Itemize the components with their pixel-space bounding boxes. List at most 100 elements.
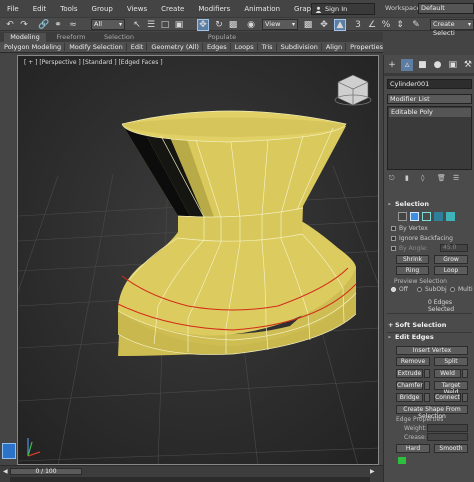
move-icon[interactable]: ✥	[197, 19, 209, 31]
select-manipulate-icon[interactable]: ✥	[318, 19, 330, 31]
panel-edges[interactable]: Edges	[201, 43, 230, 51]
extrude-settings-icon[interactable]	[424, 369, 430, 378]
polygon-level-icon[interactable]	[434, 212, 443, 221]
by-vertex-checkbox[interactable]: By Vertex	[391, 225, 428, 232]
perspective-viewport[interactable]: [ + ] [Perspective ] [Standard ] [Edged …	[17, 55, 379, 465]
split-button[interactable]: Split	[434, 357, 468, 366]
menu-tools[interactable]: Tools	[53, 5, 84, 13]
stack-item-editable-poly[interactable]: Editable Poly	[389, 108, 471, 117]
panel-polygon-modeling[interactable]: Polygon Modeling	[0, 43, 64, 51]
grow-button[interactable]: Grow	[434, 255, 468, 264]
weight-spinner[interactable]	[427, 424, 468, 432]
chamfer-button[interactable]: Chamfer	[396, 381, 423, 390]
panel-modify-selection[interactable]: Modify Selection	[64, 43, 126, 51]
smooth-button[interactable]: Smooth	[434, 444, 468, 453]
panel-subdivision[interactable]: Subdivision	[275, 43, 321, 51]
menu-views[interactable]: Views	[120, 5, 154, 13]
motion-tab-icon[interactable]: ●	[432, 59, 444, 71]
display-hard-edges-swatch[interactable]	[398, 457, 406, 464]
scale-icon[interactable]: ▩	[227, 19, 239, 31]
tab-freeform[interactable]: Freeform	[50, 33, 92, 42]
preview-subobj-radio[interactable]: SubObj	[417, 286, 447, 293]
menu-file[interactable]: File	[0, 5, 26, 13]
panel-edit[interactable]: Edit	[125, 43, 147, 51]
timeline-track[interactable]	[10, 477, 370, 482]
rectangle-region-icon[interactable]: □	[159, 19, 171, 31]
ring-button[interactable]: Ring	[396, 266, 429, 275]
element-level-icon[interactable]	[446, 212, 455, 221]
redo-icon[interactable]: ↷	[18, 19, 30, 31]
extrude-button[interactable]: Extrude	[396, 369, 423, 378]
by-angle-spinner[interactable]: 45.0	[440, 244, 468, 252]
snaps-toggle-icon[interactable]: 3	[352, 19, 364, 31]
crease-spinner[interactable]	[427, 433, 468, 441]
link-icon[interactable]: 🔗	[38, 19, 50, 31]
modify-tab-icon[interactable]: ▵	[401, 59, 414, 71]
ignore-backfacing-checkbox[interactable]: Ignore Backfacing	[391, 235, 453, 242]
bridge-settings-icon[interactable]	[424, 393, 430, 402]
panel-properties[interactable]: Properties	[345, 43, 386, 51]
angle-snap-icon[interactable]: ∠	[366, 19, 378, 31]
object-name-field[interactable]: Cylinder001	[387, 79, 472, 89]
keyboard-shortcut-override-icon[interactable]: ▲	[334, 19, 346, 31]
workspaces-dropdown[interactable]: Default	[418, 3, 474, 14]
hard-button[interactable]: Hard	[396, 444, 430, 453]
spinner-snap-icon[interactable]: ⇕	[394, 19, 406, 31]
loop-button[interactable]: Loop	[434, 266, 468, 275]
viewport-label[interactable]: [ + ] [Perspective ] [Standard ] [Edged …	[24, 59, 163, 66]
configure-modifier-sets-icon[interactable]: ☰	[453, 174, 461, 183]
preview-off-radio[interactable]: Off	[391, 286, 408, 293]
percent-snap-icon[interactable]: %	[380, 19, 392, 31]
connect-settings-icon[interactable]	[462, 393, 468, 402]
bind-spacewarp-icon[interactable]: ≈	[67, 19, 79, 31]
pivot-center-icon[interactable]: ▩	[302, 19, 314, 31]
soft-selection-rollout-header[interactable]: + Soft Selection	[387, 321, 472, 330]
placement-icon[interactable]: ◉	[245, 19, 257, 31]
previous-frame-icon[interactable]: ◀	[3, 468, 8, 475]
insert-vertex-button[interactable]: Insert Vertex	[396, 346, 468, 355]
display-tab-icon[interactable]: ▣	[447, 59, 459, 71]
select-object-icon[interactable]: ↖	[131, 19, 143, 31]
utilities-tab-icon[interactable]: ⚒	[462, 59, 474, 71]
next-frame-icon[interactable]: ▶	[370, 468, 375, 475]
reference-coordinate-dropdown[interactable]: View	[262, 19, 298, 30]
panel-tris[interactable]: Tris	[256, 43, 276, 51]
show-end-result-icon[interactable]: ▮	[405, 174, 413, 183]
tab-modeling[interactable]: Modeling	[4, 33, 46, 42]
remove-button[interactable]: Remove	[396, 357, 430, 366]
border-level-icon[interactable]	[422, 212, 431, 221]
select-by-name-icon[interactable]: ☰	[145, 19, 157, 31]
connect-button[interactable]: Connect	[434, 393, 461, 402]
sign-in-button[interactable]: Sign In	[311, 3, 375, 15]
selection-rollout-header[interactable]: - Selection	[387, 200, 472, 209]
maxscript-listener-icon[interactable]	[2, 443, 16, 459]
window-crossing-icon[interactable]: ▣	[173, 19, 185, 31]
panel-align[interactable]: Align	[320, 43, 345, 51]
weld-settings-icon[interactable]	[462, 369, 468, 378]
vertex-level-icon[interactable]	[398, 212, 407, 221]
tab-populate[interactable]: Populate	[201, 33, 243, 42]
edge-level-icon[interactable]	[410, 212, 419, 221]
unlink-icon[interactable]: ⚭	[52, 19, 64, 31]
menu-modifiers[interactable]: Modifiers	[191, 5, 237, 13]
remove-modifier-icon[interactable]: 🗑	[437, 174, 446, 183]
bridge-button[interactable]: Bridge	[396, 393, 423, 402]
tab-selection[interactable]: Selection	[98, 33, 140, 42]
weld-button[interactable]: Weld	[434, 369, 461, 378]
modifier-list-dropdown[interactable]: Modifier List	[387, 94, 472, 104]
time-slider-handle[interactable]: 0 / 100	[10, 468, 82, 475]
menu-group[interactable]: Group	[85, 5, 120, 13]
menu-animation[interactable]: Animation	[237, 5, 287, 13]
create-shape-button[interactable]: Create Shape From Selection	[396, 405, 468, 420]
panel-loops[interactable]: Loops	[229, 43, 257, 51]
by-angle-checkbox[interactable]: By Angle:	[391, 245, 428, 252]
preview-multi-radio[interactable]: Multi	[450, 286, 473, 293]
menu-edit[interactable]: Edit	[26, 5, 54, 13]
edit-edges-rollout-header[interactable]: - Edit Edges	[387, 333, 472, 342]
rotate-icon[interactable]: ↻	[213, 19, 225, 31]
hierarchy-tab-icon[interactable]: ■	[416, 59, 428, 71]
menu-create[interactable]: Create	[154, 5, 191, 13]
create-tab-icon[interactable]: +	[386, 59, 398, 71]
undo-icon[interactable]: ↶	[4, 19, 16, 31]
shrink-button[interactable]: Shrink	[396, 255, 429, 264]
